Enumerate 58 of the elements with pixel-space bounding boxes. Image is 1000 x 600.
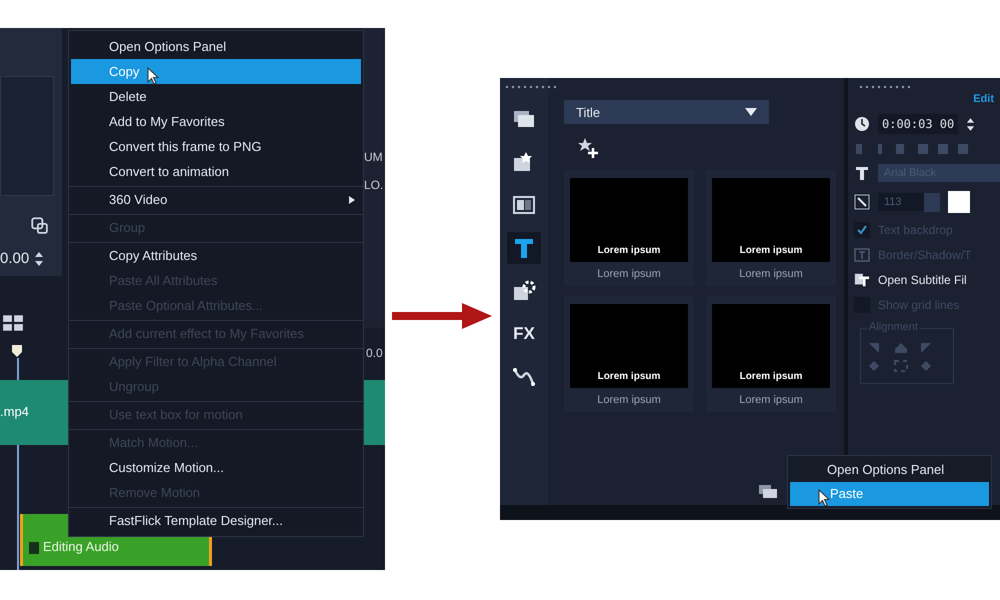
menu-item[interactable]: 360 Video — [69, 186, 363, 212]
rail-tab[interactable] — [507, 232, 541, 264]
subtitle-icon — [854, 272, 870, 288]
menu-item[interactable]: Open Options Panel — [69, 34, 363, 59]
menu-item[interactable]: Open Options Panel — [790, 458, 989, 482]
path-icon — [512, 365, 536, 389]
arrow-icon — [391, 301, 493, 331]
font-icon — [854, 165, 870, 181]
video-clip[interactable]: .mp4 — [0, 380, 68, 445]
edit-tab[interactable]: Edit — [973, 93, 1000, 105]
font-size-icon — [854, 194, 870, 210]
clock-icon — [854, 116, 870, 132]
color-swatch[interactable] — [948, 191, 970, 213]
preset-label: Lorem ipsum — [597, 268, 661, 280]
menu-item[interactable]: Copy Attributes — [69, 242, 363, 268]
preset-label: Lorem ipsum — [739, 268, 803, 280]
cut-text: UM — [364, 150, 383, 164]
gear-image-icon — [512, 279, 536, 303]
grip-icon — [504, 84, 556, 90]
thumbnail-caption: Lorem ipsum — [740, 371, 802, 382]
open-subtitle-button[interactable]: Open Subtitle Fil — [878, 273, 967, 287]
thumbnail-caption: Lorem ipsum — [740, 245, 802, 256]
grip-icon — [858, 84, 910, 90]
add-favorite-icon[interactable] — [576, 136, 600, 160]
title-preset[interactable]: Lorem ipsum Lorem ipsum — [564, 170, 694, 286]
thumbnail-caption: Lorem ipsum — [598, 245, 660, 256]
spinner-icon[interactable] — [34, 251, 44, 267]
category-dropdown[interactable]: Title — [564, 100, 769, 124]
border-icon — [854, 247, 870, 263]
copy-icon[interactable] — [30, 216, 48, 234]
title-preset[interactable]: Lorem ipsum Lorem ipsum — [706, 170, 836, 286]
cut-text: LO. — [364, 178, 384, 192]
cut-text: 0.0 — [366, 346, 383, 360]
cursor-icon — [818, 489, 830, 507]
caret-icon — [745, 108, 757, 116]
spinner-icon[interactable] — [966, 116, 976, 132]
marker-icon[interactable] — [11, 344, 23, 358]
menu-item[interactable]: Convert this frame to PNG — [69, 134, 363, 159]
duration-field[interactable]: 0:00:03 00 — [878, 114, 958, 134]
rail-tab[interactable]: FX — [507, 318, 541, 350]
title-preset[interactable]: Lorem ipsum Lorem ipsum — [564, 296, 694, 412]
menu-item[interactable]: Delete — [69, 84, 363, 109]
transition-icon — [512, 193, 536, 217]
title-preset[interactable]: Lorem ipsum Lorem ipsum — [706, 296, 836, 412]
clip-label: Editing Audio — [43, 539, 119, 554]
timecode-field[interactable]: 0.00 — [0, 250, 30, 267]
menu-item[interactable]: FastFlick Template Designer... — [69, 507, 363, 533]
preset-label: Lorem ipsum — [597, 394, 661, 406]
video-clip[interactable] — [362, 380, 385, 445]
menu-item[interactable]: Add to My Favorites — [69, 109, 363, 134]
menu-item[interactable]: Convert to animation — [69, 159, 363, 184]
preset-label: Lorem ipsum — [739, 394, 803, 406]
storyboard-icon[interactable] — [2, 314, 24, 332]
menu-item[interactable]: Customize Motion... — [69, 455, 363, 480]
thumbnail-caption: Lorem ipsum — [598, 371, 660, 382]
cursor-icon — [147, 67, 159, 85]
library-icon[interactable] — [758, 483, 778, 499]
submenu-arrow-icon — [349, 196, 355, 204]
